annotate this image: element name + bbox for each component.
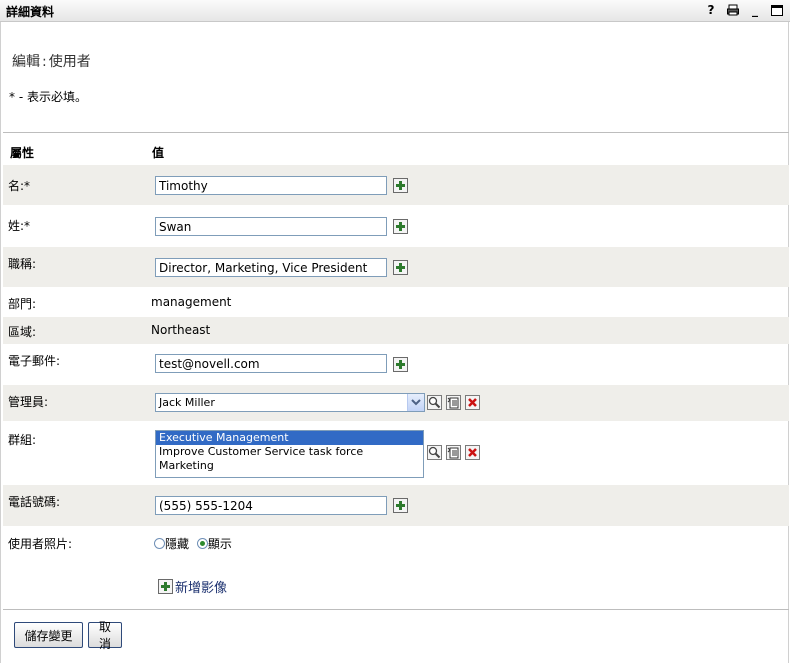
plus-icon — [396, 263, 405, 272]
print-icon[interactable] — [726, 2, 740, 18]
search-groups-button[interactable] — [427, 445, 442, 460]
email-input[interactable] — [155, 354, 387, 373]
add-email-value-button[interactable] — [393, 357, 408, 372]
maximize-icon[interactable] — [770, 2, 784, 18]
email-label: 電子郵件: — [8, 354, 61, 368]
first-name-label: 名:* — [8, 179, 31, 193]
minimize-icon[interactable]: _ — [748, 2, 762, 18]
groups-listbox[interactable]: Executive Management Improve Customer Se… — [155, 430, 424, 478]
groups-history-button[interactable] — [446, 445, 461, 460]
add-first-name-value-button[interactable] — [393, 178, 408, 193]
title-label: 職稱: — [8, 257, 37, 271]
history-list-icon — [446, 395, 461, 410]
photo-hide-label: 隱藏 — [165, 537, 190, 551]
top-divider — [3, 132, 789, 133]
row-title: 職稱: — [3, 247, 789, 287]
photo-hide-radio[interactable] — [154, 538, 165, 549]
help-icon[interactable]: ? — [704, 2, 718, 18]
region-value: Northeast — [151, 323, 211, 337]
last-name-input[interactable] — [155, 217, 387, 236]
region-label: 區域: — [8, 325, 37, 339]
search-manager-button[interactable] — [427, 395, 442, 410]
row-groups: 群組: Executive Management Improve Custome… — [3, 421, 789, 484]
photo-show-radio[interactable] — [196, 538, 208, 549]
add-last-name-value-button[interactable] — [393, 219, 408, 234]
cancel-button[interactable]: 取消 — [88, 620, 122, 651]
add-image-link[interactable]: 新增影像 — [158, 577, 227, 596]
plus-icon — [396, 360, 405, 369]
window-titlebar: 詳細資料 ? _ — [0, 0, 790, 22]
plus-icon — [396, 501, 405, 510]
plus-icon — [396, 222, 405, 231]
groups-label: 群組: — [8, 433, 37, 447]
department-label: 部門: — [8, 297, 37, 311]
window-title: 詳細資料 — [6, 5, 55, 19]
first-name-input[interactable] — [155, 176, 387, 195]
row-manager: 管理員: Jack Miller — [3, 385, 789, 421]
add-image-icon — [158, 579, 173, 594]
manager-selected-value: Jack Miller — [159, 396, 215, 409]
photo-visibility-options: 隱藏 顯示 — [154, 535, 232, 552]
chevron-down-icon[interactable] — [407, 394, 424, 411]
required-note: * - 表示必填。 — [9, 90, 87, 104]
title-input[interactable] — [155, 258, 387, 277]
manager-label: 管理員: — [8, 395, 49, 409]
clear-manager-button[interactable] — [465, 395, 480, 410]
plus-icon — [396, 181, 405, 190]
object-type-label: 使用者 — [48, 54, 91, 70]
row-last-name: 姓:* — [3, 205, 789, 247]
bottom-divider — [3, 609, 789, 610]
phone-input[interactable] — [155, 496, 387, 515]
magnifier-icon — [427, 445, 442, 460]
row-email: 電子郵件: — [3, 344, 789, 385]
page-heading: 編輯: 使用者 — [12, 51, 91, 71]
row-region: 區域: Northeast — [3, 317, 789, 344]
column-header-value: 值 — [152, 146, 165, 160]
photo-label: 使用者照片: — [8, 537, 73, 551]
groups-list-item[interactable]: Improve Customer Service task force — [156, 445, 423, 459]
delete-icon — [465, 395, 480, 410]
row-first-name: 名:* — [3, 165, 789, 205]
row-department: 部門: management — [3, 287, 789, 317]
manager-history-button[interactable] — [446, 395, 461, 410]
add-title-value-button[interactable] — [393, 260, 408, 275]
groups-list-item[interactable]: Marketing — [156, 459, 423, 473]
window-controls: ? _ — [704, 2, 784, 18]
last-name-label: 姓:* — [8, 219, 31, 233]
photo-show-label: 顯示 — [207, 537, 232, 551]
department-value: management — [151, 295, 232, 309]
edit-label: 編輯 — [12, 54, 40, 70]
row-phone: 電話號碼: — [3, 485, 789, 526]
heading-separator: : — [42, 54, 47, 70]
remove-group-button[interactable] — [465, 445, 480, 460]
phone-label: 電話號碼: — [8, 495, 61, 509]
add-image-label: 新增影像 — [175, 581, 228, 596]
magnifier-icon — [427, 395, 442, 410]
add-phone-value-button[interactable] — [393, 498, 408, 513]
delete-icon — [465, 445, 480, 460]
groups-list-item[interactable]: Executive Management — [156, 431, 423, 445]
manager-select[interactable]: Jack Miller — [155, 393, 425, 412]
save-changes-button[interactable]: 儲存變更 — [14, 622, 83, 648]
column-header-attribute: 屬性 — [10, 146, 35, 160]
history-list-icon — [446, 445, 461, 460]
